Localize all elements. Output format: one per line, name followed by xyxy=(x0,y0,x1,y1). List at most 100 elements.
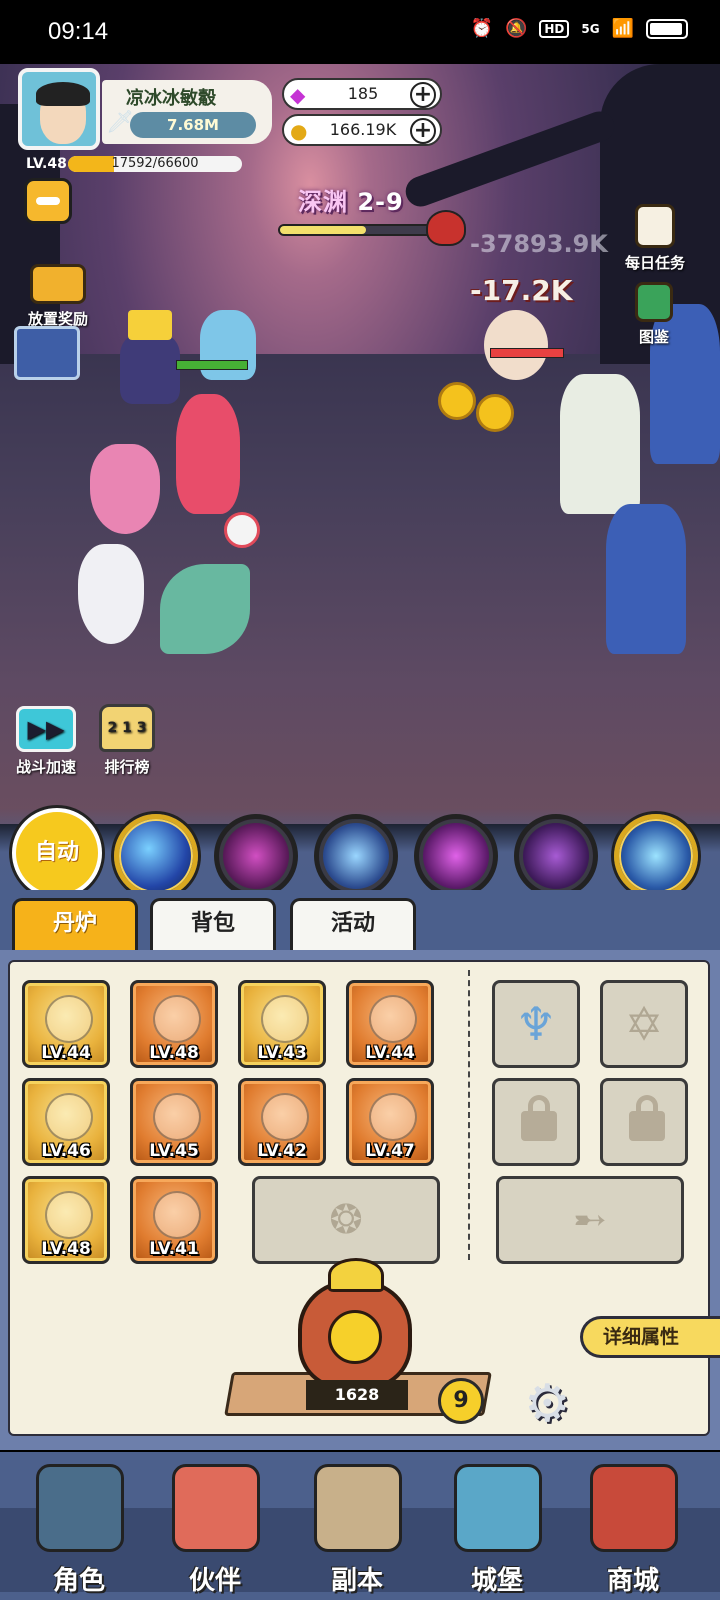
clock: 09:14 xyxy=(48,18,109,45)
skill-vortex-icon[interactable] xyxy=(214,814,298,898)
add-gems-button[interactable]: + xyxy=(410,82,436,108)
menu-button[interactable] xyxy=(24,178,72,224)
furnace-level-badge[interactable]: 9 xyxy=(438,1378,484,1424)
gem-value: 185 xyxy=(347,84,379,103)
hero-hp-bar xyxy=(176,360,248,370)
weapon-rack-icon[interactable] xyxy=(14,326,80,380)
gem-icon: ◆ xyxy=(290,83,306,107)
tab-backpack[interactable]: 背包 xyxy=(150,898,276,950)
formation-icon: ❂ xyxy=(329,1197,363,1243)
shield-icon xyxy=(153,1093,201,1141)
equipment-slot[interactable]: LV.48 xyxy=(22,1176,110,1264)
gold-coin-icon: ● xyxy=(290,119,308,143)
fast-forward-icon: ▶▶ xyxy=(16,706,76,752)
nav-character[interactable]: 角色 xyxy=(14,1460,144,1596)
shop-icon xyxy=(590,1464,678,1552)
equipment-slot[interactable]: LV.42 xyxy=(238,1078,326,1166)
enemy-bald xyxy=(484,310,548,380)
locked-slot[interactable] xyxy=(600,1078,688,1166)
sword-icon xyxy=(45,995,93,1043)
player-avatar[interactable] xyxy=(18,68,100,150)
battery-icon xyxy=(646,18,688,39)
stage-location: 深渊 xyxy=(298,188,348,216)
speed-up-button[interactable]: ▶▶ 战斗加速 xyxy=(8,706,84,777)
damage-number-faded: -37893.9K xyxy=(470,230,608,258)
nav-castle[interactable]: 城堡 xyxy=(432,1460,562,1596)
talisman-slot[interactable]: ♆ xyxy=(492,980,580,1068)
network-label: 5G xyxy=(581,21,600,36)
tab-furnace[interactable]: 丹炉 xyxy=(12,898,138,950)
sword-icon: 🗡 xyxy=(106,110,134,135)
robe-icon xyxy=(261,995,309,1043)
hero-red-mascot xyxy=(176,394,240,514)
equipment-slot[interactable]: LV.44 xyxy=(346,980,434,1068)
boss-icon[interactable] xyxy=(426,210,466,246)
equipment-level: LV.48 xyxy=(149,1043,199,1063)
divider xyxy=(468,970,470,1260)
equipment-slot[interactable]: LV.44 xyxy=(22,980,110,1068)
weapon-wing-slot[interactable]: ➸ xyxy=(496,1176,684,1264)
equipment-level: LV.48 xyxy=(41,1239,91,1259)
nav-shop[interactable]: 商城 xyxy=(568,1460,698,1596)
nav-dungeon-label: 副本 xyxy=(330,1566,383,1596)
equipment-level: LV.45 xyxy=(149,1141,199,1161)
equipment-level: LV.46 xyxy=(41,1141,91,1161)
nav-shop-label: 商城 xyxy=(606,1566,659,1596)
hero-crown xyxy=(128,310,172,340)
equipment-slot[interactable]: LV.43 xyxy=(238,980,326,1068)
skill-lightning-icon[interactable] xyxy=(414,814,498,898)
skill-comet-icon[interactable] xyxy=(114,814,198,898)
player-namecard: 凉冰冰敏觳 🗡 7.68M xyxy=(102,80,272,144)
gem-icon xyxy=(369,1093,417,1141)
formation-slot[interactable]: ❂ xyxy=(252,1176,440,1264)
hero-emperor xyxy=(120,334,180,404)
idle-reward-button[interactable]: 放置奖励 xyxy=(22,264,94,329)
player-level: LV.48 xyxy=(26,156,67,172)
hexagram-slot[interactable]: ✡ xyxy=(600,980,688,1068)
daily-task-label: 每日任务 xyxy=(624,254,685,272)
ranking-label: 排行榜 xyxy=(104,758,150,776)
tab-events[interactable]: 活动 xyxy=(290,898,416,950)
character-icon xyxy=(36,1464,124,1552)
lock-icon xyxy=(521,1095,557,1141)
nav-dungeon[interactable]: 副本 xyxy=(292,1460,422,1596)
daily-task-button[interactable]: 每日任务 xyxy=(612,204,698,273)
ring-icon xyxy=(261,1093,309,1141)
equipment-slot[interactable]: LV.47 xyxy=(346,1078,434,1166)
coin-icon xyxy=(438,382,476,420)
equipment-slot[interactable]: LV.41 xyxy=(130,1176,218,1264)
gear-icon[interactable]: ⚙ xyxy=(524,1376,604,1432)
hexagram-icon: ✡ xyxy=(624,997,664,1051)
equipment-slot[interactable]: LV.45 xyxy=(130,1078,218,1166)
nav-character-label: 角色 xyxy=(52,1566,105,1596)
candy-icon xyxy=(224,512,260,548)
chest-icon xyxy=(30,264,86,304)
ranking-button[interactable]: 2 1 3 排行榜 xyxy=(92,704,162,777)
locked-slot[interactable] xyxy=(492,1078,580,1166)
nav-partner-label: 伙伴 xyxy=(188,1566,241,1596)
avatar-hair xyxy=(36,82,90,106)
stage-title: 深渊 2-9 xyxy=(298,182,404,217)
equipment-level: LV.43 xyxy=(257,1043,307,1063)
player-name: 凉冰冰敏觳 xyxy=(126,88,216,109)
stage-progress xyxy=(278,224,438,236)
skill-wind-icon[interactable] xyxy=(314,814,398,898)
nav-partner[interactable]: 伙伴 xyxy=(150,1460,280,1596)
menu-icon xyxy=(36,197,60,205)
bracelet-icon xyxy=(45,1191,93,1239)
add-gold-button[interactable]: + xyxy=(410,118,436,144)
helmet-icon xyxy=(153,995,201,1043)
skill-thunder-icon[interactable] xyxy=(614,814,698,898)
equipment-level: LV.44 xyxy=(365,1043,415,1063)
equipment-level: LV.47 xyxy=(365,1141,415,1161)
auto-battle-button[interactable]: 自动 xyxy=(12,808,102,898)
detail-attributes-button[interactable]: 详细属性 xyxy=(580,1316,720,1358)
equipment-level: LV.42 xyxy=(257,1141,307,1161)
skill-spiral-icon[interactable] xyxy=(514,814,598,898)
equipment-slot[interactable]: LV.46 xyxy=(22,1078,110,1166)
equipment-slot[interactable]: LV.48 xyxy=(130,980,218,1068)
nav-castle-label: 城堡 xyxy=(470,1566,523,1596)
codex-button[interactable]: 图鉴 xyxy=(626,282,682,347)
podium-icon: 2 1 3 xyxy=(99,704,155,752)
bottom-nav: 角色 伙伴 副本 城堡 商城 xyxy=(0,1452,720,1600)
